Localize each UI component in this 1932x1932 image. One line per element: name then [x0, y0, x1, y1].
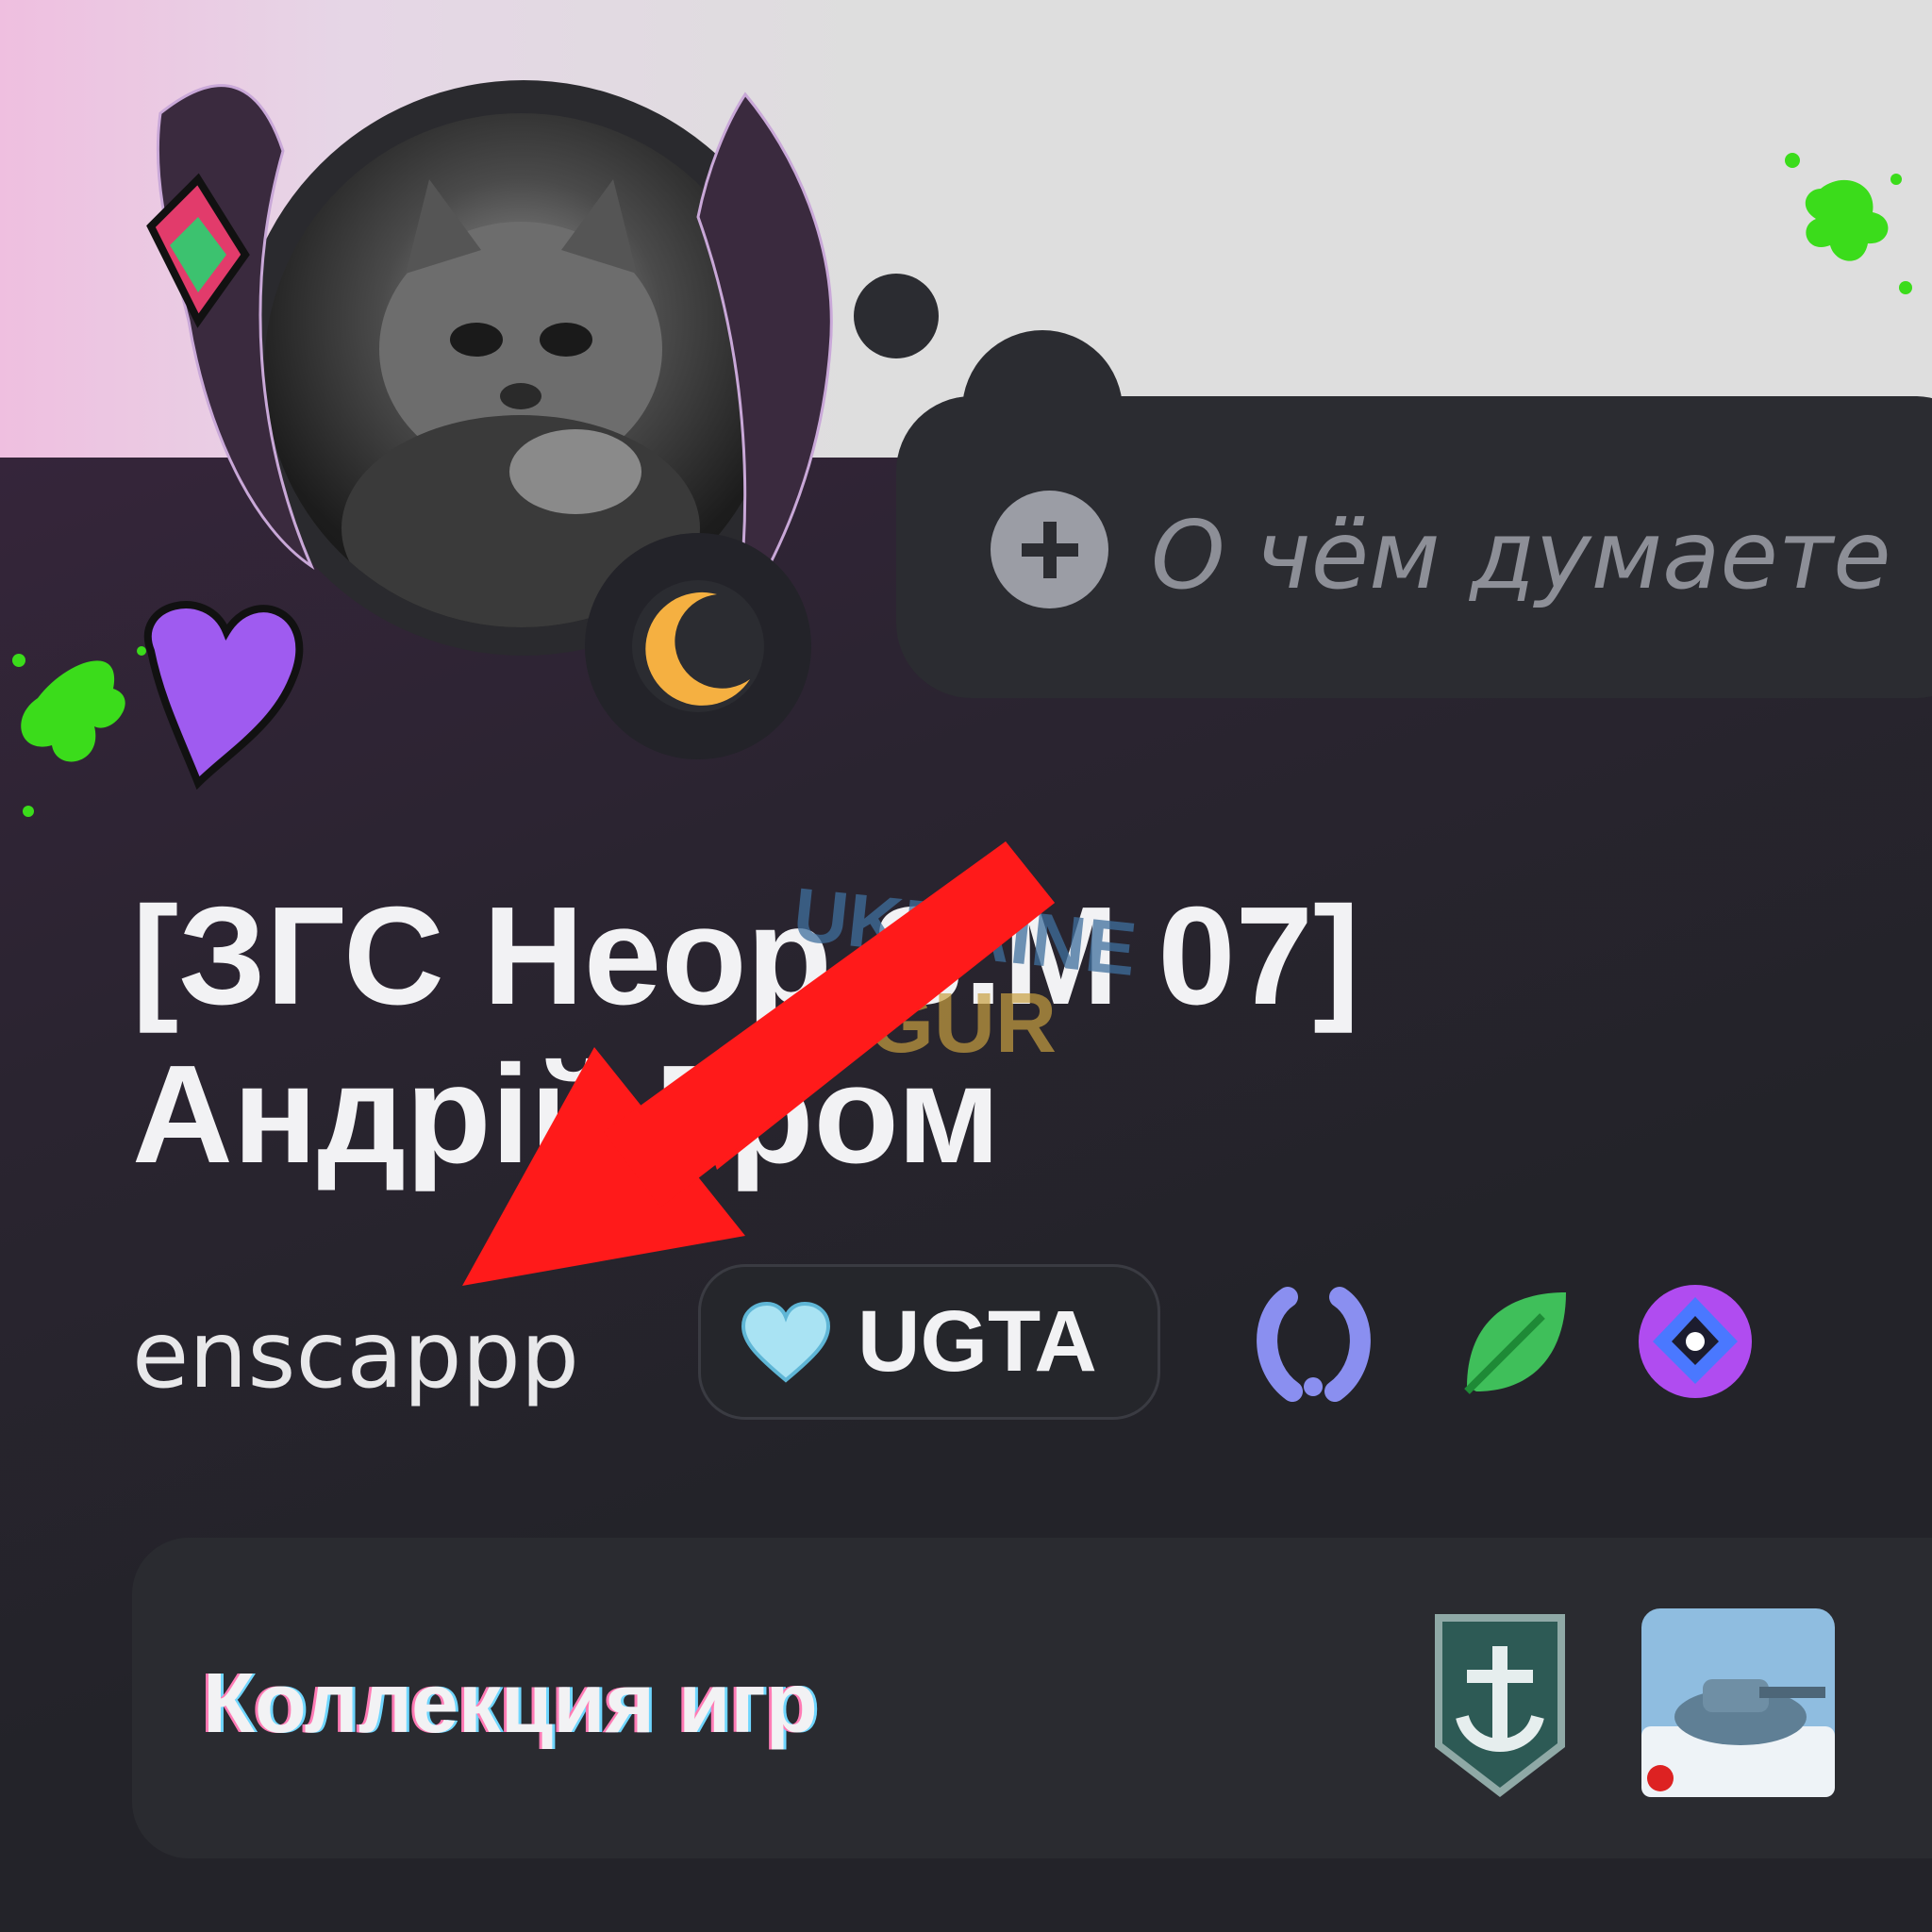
svg-text:UKRAINE: UKRAINE	[790, 872, 1141, 991]
game-collection-title: Коллекция игр	[203, 1657, 818, 1751]
username[interactable]: enscappp	[132, 1302, 579, 1409]
clan-tag-label: UGTA	[858, 1293, 1097, 1390]
moon-icon	[632, 580, 764, 712]
clan-tag[interactable]: UGTA	[698, 1264, 1160, 1420]
wings-decoration	[144, 84, 833, 791]
nitro-badge-icon[interactable]	[1632, 1278, 1759, 1406]
leaf-badge-icon[interactable]	[1448, 1278, 1575, 1406]
heart-icon	[741, 1301, 831, 1383]
plus-icon[interactable]	[991, 491, 1108, 608]
svg-text:GUR: GUR	[868, 976, 1057, 1071]
avatar-decoration	[94, 38, 906, 849]
laurel-badge-icon[interactable]	[1250, 1278, 1377, 1406]
thought-bubble-dot	[854, 274, 939, 358]
paint-splat-decoration	[1785, 153, 1912, 294]
world-of-warships-icon[interactable]	[1424, 1604, 1575, 1802]
ukraine-gur-watermark: UKRAINE GUR	[790, 872, 1141, 1071]
composer-placeholder[interactable]: О чём думаете	[1151, 500, 1891, 610]
world-of-tanks-icon[interactable]	[1637, 1604, 1840, 1802]
